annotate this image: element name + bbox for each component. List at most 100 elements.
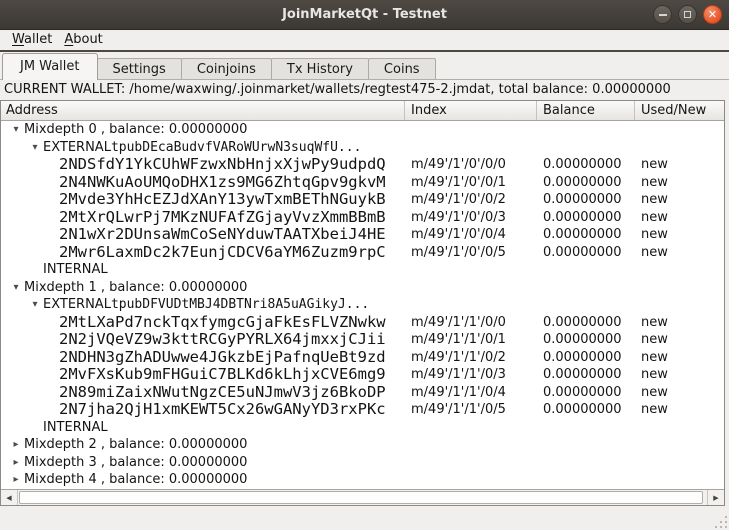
- index-cell: [405, 471, 537, 489]
- close-icon: ✕: [708, 9, 717, 20]
- collapse-icon[interactable]: ▾: [27, 296, 43, 314]
- balance-cell: [537, 279, 635, 297]
- address-row[interactable]: 2N7jha2QjH1xmKEWT5Cx26wGANyYD3rxPKcm/49'…: [1, 401, 724, 419]
- resize-grip-icon[interactable]: [714, 515, 727, 528]
- branch-xpub: tpubDFVUDtMBJ4DBTNri8A5uAGikyJ...: [111, 296, 369, 314]
- tab-settings[interactable]: Settings: [97, 58, 182, 80]
- scroll-right-button[interactable]: ▶: [707, 490, 724, 505]
- status-bar: [0, 506, 729, 530]
- balance-cell: [537, 261, 635, 279]
- collapse-icon[interactable]: ▾: [8, 279, 24, 297]
- tab-bar: JM WalletSettingsCoinjoinsTx HistoryCoin…: [0, 52, 729, 80]
- index-cell: [405, 121, 537, 139]
- branch-row[interactable]: ▾EXTERNAL tpubDEcaBudvfVARoWUrwN3suqWfU.…: [1, 139, 724, 157]
- scrollbar-track[interactable]: [18, 490, 707, 505]
- address-text: 2Mvde3YhHcEZJdXAnY13ywTxmBEThNGuykB: [59, 191, 386, 209]
- minimize-icon: [659, 14, 667, 16]
- close-button[interactable]: ✕: [703, 5, 722, 24]
- tree-viewport: ▾Mixdepth 0 , balance: 0.00000000▾EXTERN…: [1, 121, 724, 489]
- balance-cell: 0.00000000: [537, 331, 635, 349]
- address-row[interactable]: 2NDHN3gZhADUwwe4JGkzbEjPafnqUeBt9zdm/49'…: [1, 349, 724, 367]
- column-header-used-new[interactable]: Used/New: [635, 101, 724, 120]
- branch-row[interactable]: ▾EXTERNAL tpubDFVUDtMBJ4DBTNri8A5uAGikyJ…: [1, 296, 724, 314]
- address-text: 2MtLXaPd7nckTqxfymgcGjaFkEsFLVZNwkw: [59, 314, 386, 332]
- status-cell: new: [635, 314, 724, 332]
- minimize-button[interactable]: [653, 5, 672, 24]
- mixdepth-row[interactable]: ▾Mixdepth 0 , balance: 0.00000000: [1, 121, 724, 139]
- address-row[interactable]: 2MtXrQLwrPj7MKzNUFAfZGjayVvzXmmBBmBm/49'…: [1, 209, 724, 227]
- address-cell: ▾Mixdepth 0 , balance: 0.00000000: [1, 121, 405, 139]
- status-cell: new: [635, 226, 724, 244]
- status-cell: [635, 139, 724, 157]
- address-row[interactable]: 2N2jVQeVZ9w3kttRCGyPYRLX64jmxxjCJiim/49'…: [1, 331, 724, 349]
- index-cell: [405, 419, 537, 437]
- collapse-icon[interactable]: ▾: [8, 121, 24, 139]
- collapse-icon[interactable]: ▾: [27, 139, 43, 157]
- scrollbar-thumb[interactable]: [19, 491, 703, 504]
- tab-coins[interactable]: Coins: [368, 58, 436, 80]
- menu-bar: WalletAbout: [0, 30, 729, 50]
- address-row[interactable]: 2N89miZaixNWutNgzCE5uNJmwV3jz6BkoDPm/49'…: [1, 384, 724, 402]
- balance-cell: [537, 471, 635, 489]
- balance-cell: [537, 454, 635, 472]
- branch-xpub: tpubDEcaBudvfVARoWUrwN3suqWfU...: [111, 139, 361, 157]
- index-cell: m/49'/1'/0'/0/2: [405, 191, 537, 209]
- mixdepth-row[interactable]: ▾Mixdepth 1 , balance: 0.00000000: [1, 279, 724, 297]
- branch-label: EXTERNAL: [43, 296, 111, 314]
- address-cell: INTERNAL: [1, 419, 405, 437]
- mixdepth-row[interactable]: ▸Mixdepth 4 , balance: 0.00000000: [1, 471, 724, 489]
- address-cell: 2Mwr6LaxmDc2k7EunjCDCV6aYM6Zuzm9rpC: [1, 244, 405, 262]
- column-header-address[interactable]: Address: [1, 101, 405, 120]
- address-cell: ▾EXTERNAL tpubDFVUDtMBJ4DBTNri8A5uAGikyJ…: [1, 296, 405, 314]
- horizontal-scrollbar[interactable]: ◀ ▶: [1, 489, 724, 505]
- mixdepth-row[interactable]: ▸Mixdepth 3 , balance: 0.00000000: [1, 454, 724, 472]
- balance-cell: 0.00000000: [537, 401, 635, 419]
- address-row[interactable]: 2MtLXaPd7nckTqxfymgcGjaFkEsFLVZNwkwm/49'…: [1, 314, 724, 332]
- status-cell: [635, 279, 724, 297]
- balance-cell: 0.00000000: [537, 244, 635, 262]
- scroll-left-button[interactable]: ◀: [1, 490, 18, 505]
- expand-icon[interactable]: ▸: [8, 471, 24, 489]
- address-text: 2N2jVQeVZ9w3kttRCGyPYRLX64jmxxjCJii: [59, 331, 386, 349]
- column-header-index[interactable]: Index: [405, 101, 537, 120]
- tab-jm-wallet[interactable]: JM Wallet: [2, 53, 98, 80]
- status-cell: new: [635, 384, 724, 402]
- address-text: 2N7jha2QjH1xmKEWT5Cx26wGANyYD3rxPKc: [59, 401, 386, 419]
- address-row[interactable]: 2NDSfdY1YkCUhWFzwxNbHnjxXjwPy9udpdQm/49'…: [1, 156, 724, 174]
- address-row[interactable]: 2MvFXsKub9mFHGuiC7BLKd6kLhjxCVE6mg9m/49'…: [1, 366, 724, 384]
- status-cell: new: [635, 209, 724, 227]
- maximize-button[interactable]: [678, 5, 697, 24]
- expand-icon[interactable]: ▸: [8, 454, 24, 472]
- address-cell: ▸Mixdepth 2 , balance: 0.00000000: [1, 436, 405, 454]
- status-cell: new: [635, 349, 724, 367]
- address-row[interactable]: 2Mwr6LaxmDc2k7EunjCDCV6aYM6Zuzm9rpCm/49'…: [1, 244, 724, 262]
- balance-cell: [537, 296, 635, 314]
- menu-about[interactable]: About: [58, 30, 108, 50]
- titlebar: JoinMarketQt - Testnet ✕: [0, 0, 729, 30]
- menu-wallet[interactable]: Wallet: [6, 30, 58, 50]
- balance-cell: [537, 139, 635, 157]
- address-cell: 2N89miZaixNWutNgzCE5uNJmwV3jz6BkoDP: [1, 384, 405, 402]
- current-wallet-label: CURRENT WALLET: /home/waxwing/.joinmarke…: [0, 80, 729, 100]
- branch-row[interactable]: INTERNAL: [1, 261, 724, 279]
- address-text: 2N4NWKuAoUMQoDHX1zs9MG6ZhtqGpv9gkvM: [59, 174, 386, 192]
- status-cell: new: [635, 174, 724, 192]
- index-cell: m/49'/1'/0'/0/0: [405, 156, 537, 174]
- window-controls: ✕: [653, 5, 722, 24]
- mixdepth-label: Mixdepth 0 , balance: 0.00000000: [24, 121, 247, 139]
- address-row[interactable]: 2Mvde3YhHcEZJdXAnY13ywTxmBEThNGuykB m/49'…: [1, 191, 724, 209]
- mixdepth-label: Mixdepth 2 , balance: 0.00000000: [24, 436, 247, 454]
- address-row[interactable]: 2N4NWKuAoUMQoDHX1zs9MG6ZhtqGpv9gkvMm/49'…: [1, 174, 724, 192]
- branch-row[interactable]: INTERNAL: [1, 419, 724, 437]
- index-cell: m/49'/1'/1'/0/3: [405, 366, 537, 384]
- tab-coinjoins[interactable]: Coinjoins: [181, 58, 272, 80]
- expand-icon[interactable]: ▸: [8, 436, 24, 454]
- address-text: 2Mwr6LaxmDc2k7EunjCDCV6aYM6Zuzm9rpC: [59, 244, 386, 262]
- mixdepth-label: Mixdepth 1 , balance: 0.00000000: [24, 279, 247, 297]
- column-header-balance[interactable]: Balance: [537, 101, 635, 120]
- address-row[interactable]: 2N1wXr2DUnsaWmCoSeNYduwTAATXbeiJ4HEm/49'…: [1, 226, 724, 244]
- tab-tx-history[interactable]: Tx History: [271, 58, 369, 80]
- address-cell: INTERNAL: [1, 261, 405, 279]
- index-cell: [405, 279, 537, 297]
- mixdepth-row[interactable]: ▸Mixdepth 2 , balance: 0.00000000: [1, 436, 724, 454]
